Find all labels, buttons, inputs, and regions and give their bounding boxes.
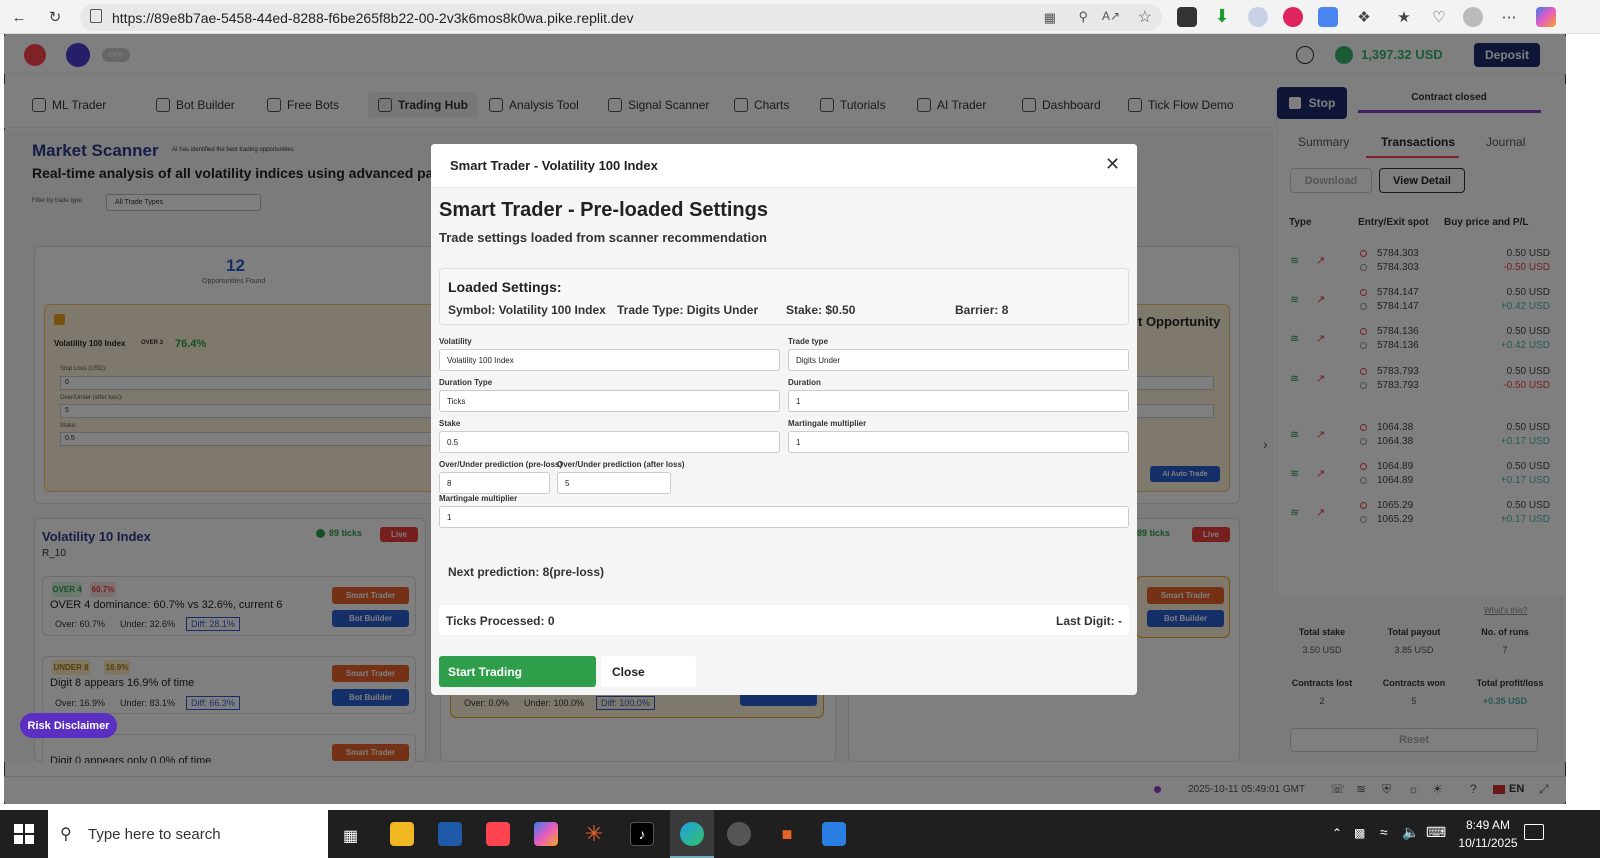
pre-loss-label: Over/Under prediction (pre-loss)	[439, 460, 563, 469]
close-icon[interactable]: ✕	[1105, 155, 1120, 173]
loaded-heading: Loaded Settings:	[448, 279, 562, 295]
after-loss-input[interactable]: 5	[557, 472, 671, 494]
close-button[interactable]: Close	[601, 656, 696, 687]
martingale2-label: Martingale multiplier	[439, 494, 518, 503]
next-prediction: Next prediction: 8(pre-loss)	[448, 565, 605, 579]
extension-icon[interactable]	[1248, 7, 1268, 27]
windows-taskbar: ⚲ Type here to search ▦ ✳ ♪ ■ ⌃ ▩ ≈ 🔈 ⌨ …	[0, 810, 1600, 858]
favorite-icon[interactable]: ☆	[1138, 7, 1152, 27]
smart-trader-modal: Smart Trader - Volatility 100 Index ✕ Sm…	[431, 144, 1137, 695]
download-arrow-icon[interactable]: ⬇	[1212, 7, 1232, 27]
trade-type-select[interactable]: Digits Under	[788, 349, 1129, 371]
search-icon: ⚲	[60, 826, 72, 843]
network-icon[interactable]: ▩	[1354, 826, 1365, 840]
address-bar[interactable]: https://89e8b7ae-5458-44ed-8288-f6be265f…	[80, 4, 1162, 31]
last-digit: Last Digit: -	[1056, 614, 1122, 628]
keyboard-icon[interactable]: ⌨	[1426, 824, 1446, 841]
windows-start-icon[interactable]	[14, 824, 34, 844]
browser-essentials-icon[interactable]: ♡	[1428, 6, 1450, 28]
store-icon[interactable]	[822, 822, 846, 846]
ticks-status-bar: Ticks Processed: 0 Last Digit: -	[439, 605, 1129, 635]
deriv-app-icon[interactable]	[486, 822, 510, 846]
stake-input[interactable]: 0.5	[439, 431, 780, 453]
app-gray-icon[interactable]	[727, 822, 751, 846]
loaded-settings-box: Loaded Settings: Symbol: Volatility 100 …	[439, 268, 1129, 325]
clock-date[interactable]: 10/11/2025	[1452, 836, 1524, 850]
edge-icon[interactable]	[680, 822, 704, 846]
search-placeholder: Type here to search	[88, 825, 221, 843]
duration-type-select[interactable]: Ticks	[439, 390, 780, 412]
back-icon[interactable]: ←	[8, 6, 30, 28]
loaded-trade-type: Trade Type: Digits Under	[617, 303, 759, 317]
stake-label: Stake	[439, 419, 461, 428]
app-orange-icon[interactable]: ■	[775, 822, 799, 846]
duration-type-label: Duration Type	[439, 378, 493, 387]
volatility-label: Volatility	[439, 337, 472, 346]
wifi-icon[interactable]: ≈	[1380, 824, 1388, 840]
clock-time[interactable]: 8:49 AM	[1458, 818, 1518, 832]
browser-toolbar: ← ↻ https://89e8b7ae-5458-44ed-8288-f6be…	[0, 0, 1600, 34]
duration-label: Duration	[788, 378, 821, 387]
modal-subtitle: Trade settings loaded from scanner recom…	[439, 230, 767, 245]
url-text: https://89e8b7ae-5458-44ed-8288-f6be265f…	[112, 9, 634, 26]
tiktok-icon[interactable]: ♪	[630, 822, 654, 846]
duration-input[interactable]: 1	[788, 390, 1129, 412]
read-aloud-icon[interactable]: A↗	[1102, 9, 1120, 23]
tray-chevron-icon[interactable]: ⌃	[1332, 826, 1342, 840]
favorites-icon[interactable]: ★	[1393, 6, 1415, 28]
taskbar-search[interactable]: ⚲ Type here to search	[48, 810, 328, 858]
site-info-icon[interactable]	[90, 9, 102, 23]
notifications-icon[interactable]	[1524, 824, 1544, 840]
pre-loss-input[interactable]: 8	[439, 472, 550, 494]
martingale-label: Martingale multiplier	[788, 419, 867, 428]
copilot-taskbar-icon[interactable]	[534, 822, 558, 846]
modal-header: Smart Trader - Volatility 100 Index ✕	[431, 144, 1137, 188]
app-blue-icon[interactable]	[438, 822, 462, 846]
risk-disclaimer-button[interactable]: Risk Disclaimer	[20, 713, 117, 738]
task-view-icon[interactable]: ▦	[343, 826, 358, 846]
volatility-select[interactable]: Volatility 100 Index	[439, 349, 780, 371]
loaded-stake: Stake: $0.50	[786, 303, 856, 317]
volume-icon[interactable]: 🔈	[1402, 824, 1419, 841]
martingale-input[interactable]: 1	[788, 431, 1129, 453]
modal-title: Smart Trader - Pre-loaded Settings	[439, 199, 768, 221]
file-explorer-icon[interactable]	[390, 822, 414, 846]
loaded-symbol: Symbol: Volatility 100 Index	[448, 303, 606, 317]
zoom-icon[interactable]: ⚲	[1078, 9, 1088, 25]
loaded-barrier: Barrier: 8	[955, 303, 1009, 317]
reload-icon[interactable]: ↻	[44, 6, 66, 28]
martingale2-input[interactable]: 1	[439, 506, 1129, 528]
modal-header-title: Smart Trader - Volatility 100 Index	[450, 158, 658, 173]
after-loss-label: Over/Under prediction (after loss)	[557, 460, 685, 469]
extensions-icon[interactable]: ❖	[1353, 6, 1375, 28]
ticks-processed: Ticks Processed: 0	[446, 614, 555, 628]
more-icon[interactable]: ⋯	[1498, 6, 1520, 28]
start-trading-button[interactable]: Start Trading	[439, 656, 596, 687]
profile-icon[interactable]	[1463, 7, 1483, 27]
extension-red-icon[interactable]	[1283, 7, 1303, 27]
trade-type-label: Trade type	[788, 337, 829, 346]
app-available-icon[interactable]: ▦	[1044, 10, 1056, 26]
extension-download-icon[interactable]	[1177, 7, 1197, 27]
copilot-icon[interactable]	[1536, 7, 1556, 27]
claude-icon[interactable]: ✳	[582, 822, 606, 846]
translate-icon[interactable]	[1318, 7, 1338, 27]
